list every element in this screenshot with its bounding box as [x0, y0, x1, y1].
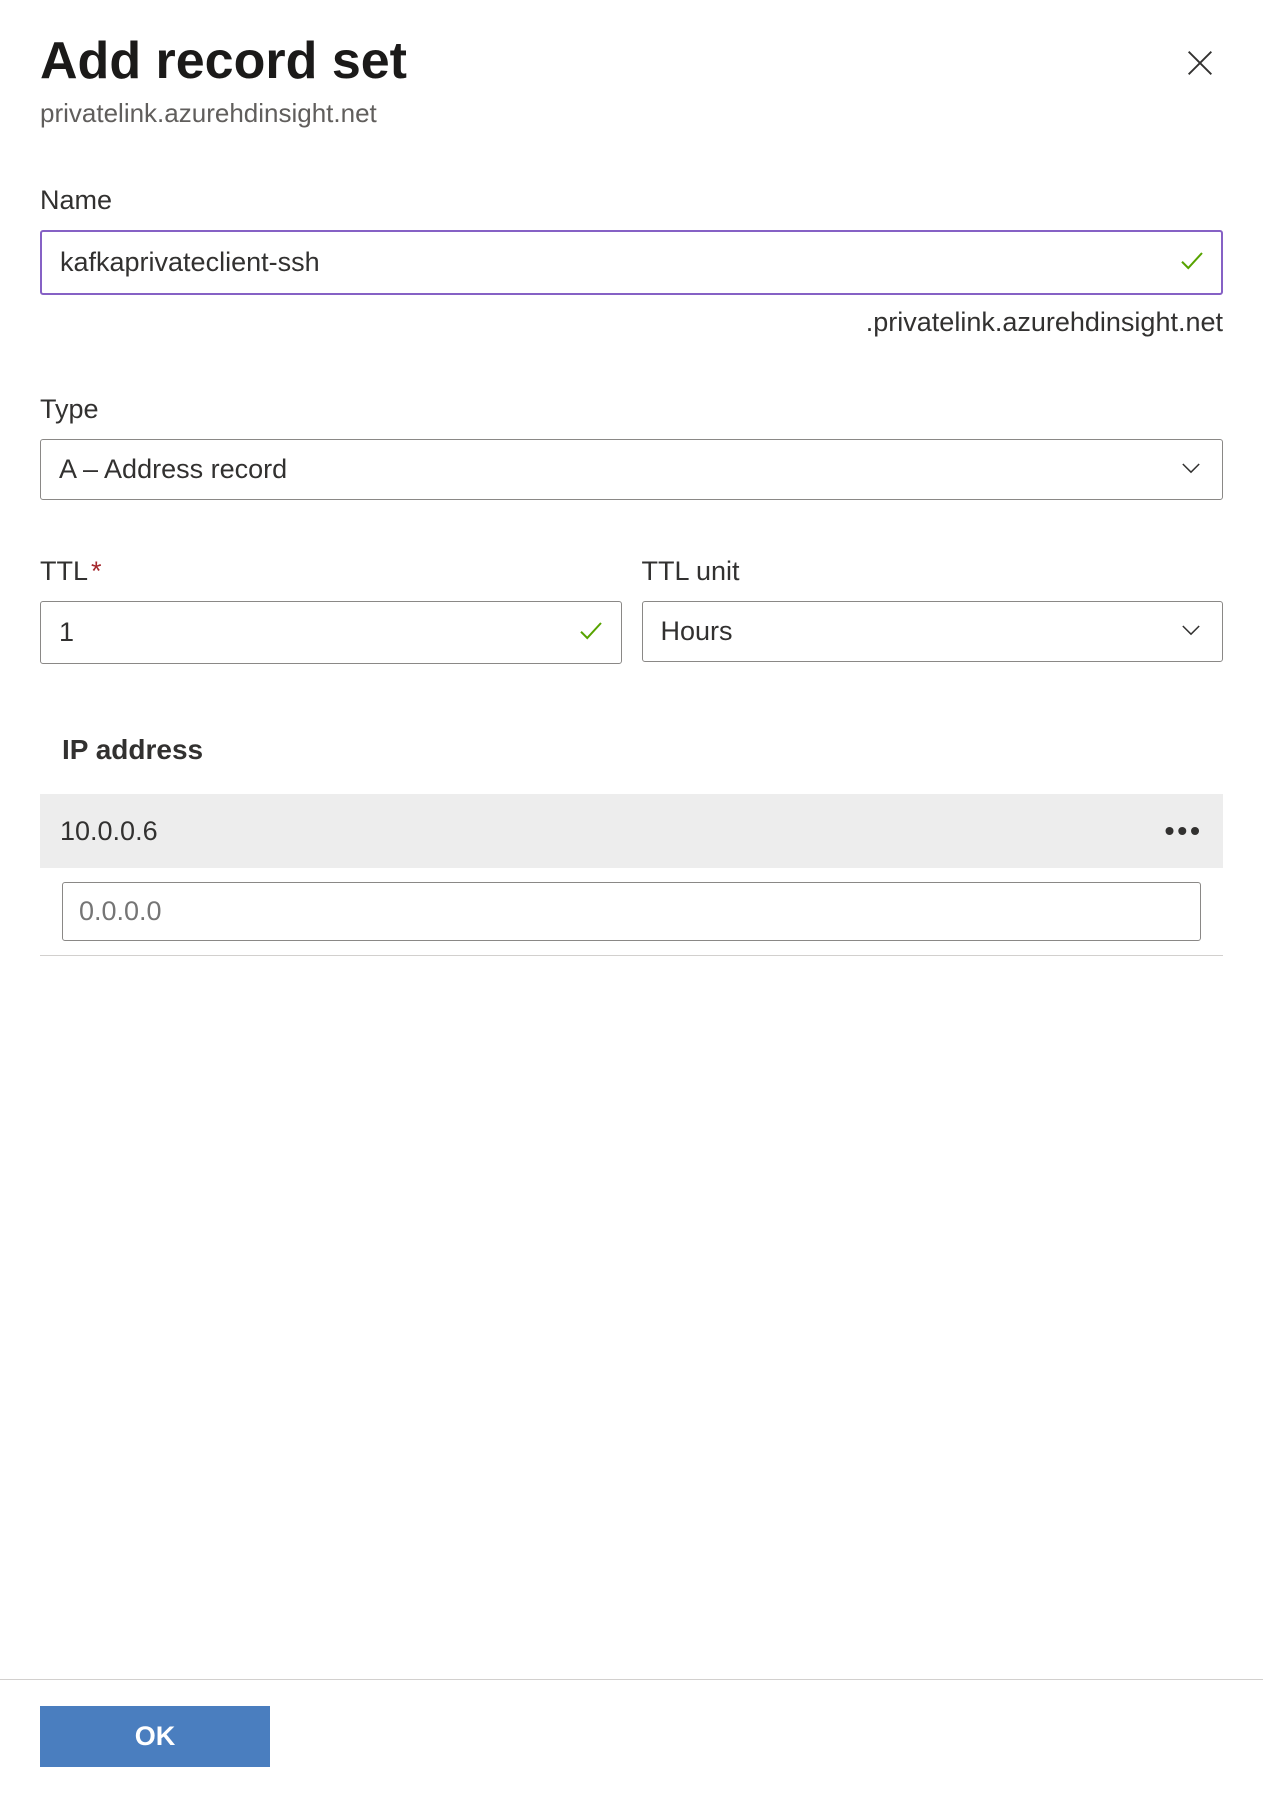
type-field-block: Type A – Address record [40, 394, 1223, 500]
name-label: Name [40, 185, 1223, 216]
ip-address-value: 10.0.0.6 [60, 816, 158, 847]
type-label: Type [40, 394, 1223, 425]
name-field-block: Name .privatelink.azurehdinsight.net [40, 185, 1223, 338]
panel-footer: OK [0, 1679, 1263, 1767]
close-button[interactable] [1177, 40, 1223, 89]
name-suffix: .privatelink.azurehdinsight.net [40, 307, 1223, 338]
ok-button[interactable]: OK [40, 1706, 270, 1767]
ellipsis-icon: ••• [1165, 815, 1203, 846]
ttl-unit-select[interactable]: Hours [642, 601, 1224, 662]
name-input[interactable] [40, 230, 1223, 295]
ip-row-more-button[interactable]: ••• [1165, 815, 1203, 847]
ttl-field-block: TTL* [40, 556, 622, 664]
ip-address-input-row [40, 868, 1223, 956]
page-subtitle: privatelink.azurehdinsight.net [40, 98, 407, 129]
ttl-unit-field-block: TTL unit Hours [642, 556, 1224, 664]
panel-header: Add record set privatelink.azurehdinsigh… [40, 30, 1223, 129]
ip-address-row: 10.0.0.6 ••• [40, 794, 1223, 868]
ttl-unit-label: TTL unit [642, 556, 1224, 587]
page-title: Add record set [40, 30, 407, 92]
ip-address-section: IP address [40, 734, 1223, 766]
close-icon [1183, 68, 1217, 83]
ip-address-heading: IP address [62, 734, 1223, 766]
ttl-label: TTL* [40, 556, 622, 587]
ip-address-input[interactable] [62, 882, 1201, 941]
type-select[interactable]: A – Address record [40, 439, 1223, 500]
required-indicator: * [91, 556, 102, 586]
ttl-input[interactable] [40, 601, 622, 664]
